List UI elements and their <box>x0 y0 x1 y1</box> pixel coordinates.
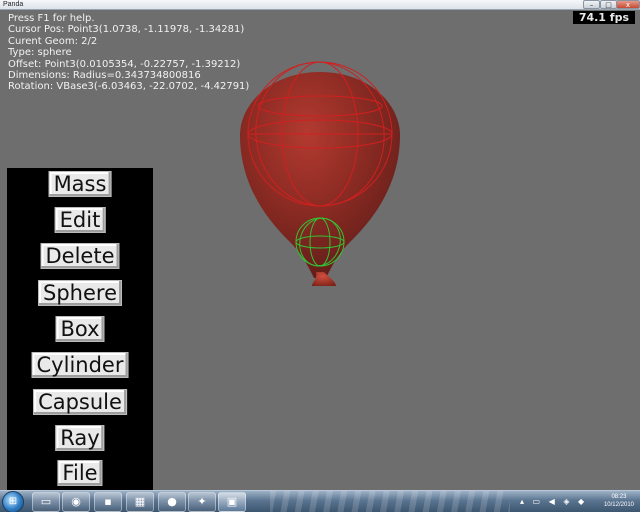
fps-counter: 74.1 fps <box>572 11 635 24</box>
cursor-position: Cursor Pos: Point3(1.0738, -1.11978, -1.… <box>8 24 245 36</box>
system-tray[interactable]: ▴ ▭ ◀ ◈ ◆ <box>520 497 587 506</box>
game-icon[interactable]: ✦ <box>188 492 216 512</box>
tool-menu-panel: Mass Edit Delete Sphere Box Cylinder Cap… <box>7 168 153 490</box>
balloon-body <box>240 72 400 278</box>
help-text: Press F1 for help. <box>8 13 95 24</box>
geometry-type: Type: sphere <box>8 47 72 59</box>
current-geometry: Curent Geom: 2/2 <box>8 35 98 47</box>
sphere-button[interactable]: Sphere <box>38 280 122 306</box>
edit-button[interactable]: Edit <box>54 207 106 233</box>
geometry-rotation: Rotation: VBase3(-6.03463, -22.0702, -4.… <box>8 81 250 93</box>
cylinder-button[interactable]: Cylinder <box>31 352 129 378</box>
clock-time: 08:23 <box>611 494 627 500</box>
minimize-button[interactable]: – <box>583 0 600 9</box>
viewport-3d[interactable]: Press F1 for help. Cursor Pos: Point3(1.… <box>0 10 640 490</box>
taskbar-clock[interactable]: 08:23 10/12/2010 <box>604 493 634 509</box>
folder-icon[interactable]: ▭ <box>32 492 60 512</box>
close-button[interactable]: x <box>616 0 640 9</box>
calculator-icon[interactable]: ▦ <box>126 492 154 512</box>
taskbar: ⊞ ▭ ◉ ▪ ▦ ● ✦ ▣ ▴ ▭ ◀ ◈ ◆ 08:23 10/12/20… <box>0 490 640 512</box>
file-button[interactable]: File <box>57 460 103 486</box>
panda-icon[interactable]: ▣ <box>218 492 246 512</box>
clock-date: 10/12/2010 <box>603 502 634 508</box>
hud-info-panel: Press F1 for help. Cursor Pos: Point3(1.… <box>8 13 249 93</box>
ray-button[interactable]: Ray <box>55 425 105 451</box>
delete-button[interactable]: Delete <box>40 243 120 269</box>
capsule-button[interactable]: Capsule <box>33 389 127 415</box>
window-title-bar: Panda – □ x <box>0 0 640 10</box>
terminal-icon[interactable]: ▪ <box>94 492 122 512</box>
box-button[interactable]: Box <box>55 316 105 342</box>
mass-button[interactable]: Mass <box>48 171 112 197</box>
geometry-dimensions: Dimensions: Radius=0.343734800816 <box>8 70 201 82</box>
taskbar-decoration <box>270 491 510 512</box>
maximize-button[interactable]: □ <box>600 0 617 9</box>
window-title: Panda <box>3 1 24 8</box>
windows-orb-icon[interactable]: ⊞ <box>2 491 24 512</box>
geometry-offset: Offset: Point3(0.0105354, -0.22757, -1.3… <box>8 58 241 70</box>
firefox-icon[interactable]: ◉ <box>62 492 90 512</box>
media-icon[interactable]: ● <box>158 492 186 512</box>
